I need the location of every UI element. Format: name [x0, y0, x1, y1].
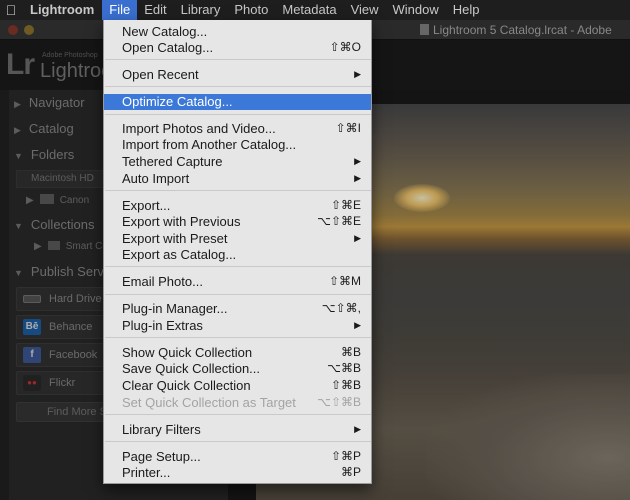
- menu-item-plugin-extras[interactable]: Plug-in Extras ▶: [104, 317, 371, 334]
- menu-separator: [105, 337, 371, 338]
- menu-item-label: Library Filters: [122, 422, 201, 437]
- menu-item-optimize-catalog[interactable]: Optimize Catalog...: [104, 94, 371, 110]
- menu-shortcut: ⇧⌘I: [335, 121, 361, 135]
- menu-item-open-catalog[interactable]: Open Catalog... ⇧⌘O: [104, 39, 371, 56]
- menu-photo[interactable]: Photo: [227, 0, 275, 20]
- menu-file[interactable]: File: [102, 0, 138, 20]
- menu-shortcut: ⌥⇧⌘B: [317, 395, 361, 409]
- menu-item-import-catalog[interactable]: Import from Another Catalog...: [104, 136, 371, 153]
- menu-view[interactable]: View: [344, 0, 386, 20]
- menu-item-label: Optimize Catalog...: [122, 94, 233, 109]
- document-icon: [420, 24, 429, 35]
- window-close-button[interactable]: [8, 25, 18, 35]
- menu-lightroom[interactable]: Lightroom: [22, 0, 102, 20]
- menu-item-label: Plug-in Manager...: [122, 301, 228, 316]
- menu-shortcut: ⇧⌘E: [330, 198, 361, 212]
- menu-item-label: Page Setup...: [122, 449, 201, 464]
- menu-shortcut: ⌘P: [340, 465, 361, 479]
- menu-item-label: Open Catalog...: [122, 40, 214, 55]
- menu-edit[interactable]: Edit: [137, 0, 173, 20]
- window-title: Lightroom 5 Catalog.lrcat - Adobe: [420, 23, 612, 37]
- menu-shortcut: ⇧⌘O: [329, 40, 361, 54]
- menu-item-clear-quick-collection[interactable]: Clear Quick Collection ⇧⌘B: [104, 377, 371, 394]
- menu-item-label: Plug-in Extras: [122, 318, 203, 333]
- menu-item-label: Email Photo...: [122, 274, 203, 289]
- menu-separator: [105, 266, 371, 267]
- window-minimize-button[interactable]: [24, 25, 34, 35]
- menu-help[interactable]: Help: [446, 0, 487, 20]
- window-title-text: Lightroom 5 Catalog.lrcat - Adobe: [433, 23, 612, 37]
- menu-item-auto-import[interactable]: Auto Import ▶: [104, 170, 371, 187]
- menu-separator: [105, 59, 371, 60]
- menubar:  Lightroom File Edit Library Photo Meta…: [0, 0, 630, 20]
- menu-item-label: Export...: [122, 198, 171, 213]
- menu-separator: [105, 414, 371, 415]
- menu-shortcut: ⇧⌘P: [330, 449, 361, 463]
- menu-library[interactable]: Library: [174, 0, 228, 20]
- menu-item-page-setup[interactable]: Page Setup... ⇧⌘P: [104, 448, 371, 465]
- menu-item-set-quick-collection-target: Set Quick Collection as Target ⌥⇧⌘B: [104, 394, 371, 411]
- menu-item-open-recent[interactable]: Open Recent ▶: [104, 66, 371, 83]
- menu-item-email-photo[interactable]: Email Photo... ⇧⌘M: [104, 273, 371, 290]
- menu-item-label: Printer...: [122, 465, 171, 480]
- menu-item-export[interactable]: Export... ⇧⌘E: [104, 197, 371, 214]
- menu-separator: [105, 86, 371, 87]
- menu-item-library-filters[interactable]: Library Filters ▶: [104, 421, 371, 438]
- menu-item-label: Export with Preset: [122, 231, 228, 246]
- submenu-arrow-icon: ▶: [354, 233, 361, 243]
- menu-item-label: Save Quick Collection...: [122, 361, 261, 376]
- menu-item-new-catalog[interactable]: New Catalog...: [104, 23, 371, 40]
- menu-item-plugin-manager[interactable]: Plug-in Manager... ⌥⇧⌘,: [104, 300, 371, 317]
- menu-item-label: New Catalog...: [122, 24, 208, 39]
- menu-item-export-previous[interactable]: Export with Previous ⌥⇧⌘E: [104, 213, 371, 230]
- submenu-arrow-icon: ▶: [354, 320, 361, 330]
- menu-window[interactable]: Window: [386, 0, 446, 20]
- menu-item-label: Tethered Capture: [122, 154, 223, 169]
- apple-menu-icon[interactable]: : [0, 2, 22, 18]
- menu-item-printer[interactable]: Printer... ⌘P: [104, 464, 371, 481]
- menu-item-label: Import Photos and Video...: [122, 121, 276, 136]
- menu-item-label: Import from Another Catalog...: [122, 137, 297, 152]
- menu-shortcut: ⇧⌘B: [330, 378, 361, 392]
- menu-shortcut: ⌥⌘B: [327, 361, 361, 375]
- submenu-arrow-icon: ▶: [354, 424, 361, 434]
- submenu-arrow-icon: ▶: [354, 156, 361, 166]
- menu-shortcut: ⇧⌘M: [328, 274, 361, 288]
- menu-item-label: Set Quick Collection as Target: [122, 395, 296, 410]
- submenu-arrow-icon: ▶: [354, 173, 361, 183]
- menu-item-import-photos[interactable]: Import Photos and Video... ⇧⌘I: [104, 120, 371, 137]
- menu-separator: [105, 294, 371, 295]
- menu-metadata[interactable]: Metadata: [275, 0, 343, 20]
- menu-item-show-quick-collection[interactable]: Show Quick Collection ⌘B: [104, 344, 371, 361]
- menu-item-label: Clear Quick Collection: [122, 378, 251, 393]
- menu-shortcut: ⌘B: [340, 345, 361, 359]
- menu-item-tethered-capture[interactable]: Tethered Capture ▶: [104, 153, 371, 170]
- menu-separator: [105, 441, 371, 442]
- menu-item-label: Show Quick Collection: [122, 345, 253, 360]
- menu-item-label: Export with Previous: [122, 214, 241, 229]
- menu-item-export-catalog[interactable]: Export as Catalog...: [104, 246, 371, 263]
- menu-item-label: Auto Import: [122, 171, 190, 186]
- menu-shortcut: ⌥⇧⌘,: [321, 301, 361, 315]
- menu-shortcut: ⌥⇧⌘E: [317, 214, 361, 228]
- menu-item-label: Export as Catalog...: [122, 247, 237, 262]
- menu-separator: [105, 190, 371, 191]
- menu-separator: [105, 114, 371, 115]
- submenu-arrow-icon: ▶: [354, 69, 361, 79]
- file-menu-dropdown: New Catalog... Open Catalog... ⇧⌘O Open R…: [103, 20, 372, 484]
- menu-item-export-preset[interactable]: Export with Preset ▶: [104, 230, 371, 247]
- menu-item-label: Open Recent: [122, 67, 199, 82]
- menu-item-save-quick-collection[interactable]: Save Quick Collection... ⌥⌘B: [104, 360, 371, 377]
